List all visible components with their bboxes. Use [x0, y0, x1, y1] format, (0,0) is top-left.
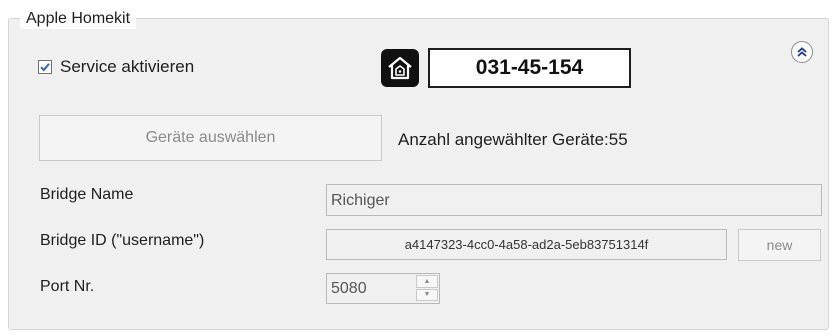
- bridge-id-label: Bridge ID ("username"): [40, 232, 205, 249]
- new-bridge-id-button[interactable]: new: [738, 229, 821, 261]
- bridge-name-label: Bridge Name: [40, 186, 134, 203]
- spin-up-icon[interactable]: ▲: [416, 275, 438, 288]
- checkbox-box[interactable]: [38, 60, 52, 74]
- service-activate-checkbox[interactable]: Service aktivieren: [38, 57, 194, 77]
- port-label: Port Nr.: [40, 278, 95, 295]
- bridge-id-field[interactable]: a4147323-4cc0-4a58-ad2a-5eb83751314f: [326, 229, 727, 260]
- spin-down-icon[interactable]: ▼: [416, 288, 438, 301]
- port-stepper[interactable]: 5080 ▲ ▼: [326, 273, 440, 304]
- select-devices-button[interactable]: Geräte auswählen: [39, 115, 382, 161]
- collapse-button[interactable]: [791, 41, 813, 63]
- groupbox-title: Apple Homekit: [20, 9, 137, 29]
- port-value[interactable]: 5080: [331, 280, 367, 298]
- double-chevron-up-icon: [797, 47, 807, 57]
- homekit-house-icon: [381, 49, 419, 87]
- pairing-code: 031-45-154: [428, 48, 631, 88]
- checkmark-icon: [40, 63, 50, 72]
- bridge-name-field[interactable]: Richiger: [326, 184, 822, 216]
- selected-devices-count: Anzahl angewählter Geräte:55: [398, 130, 628, 149]
- service-activate-label[interactable]: Service aktivieren: [60, 57, 194, 77]
- port-spin-buttons: ▲ ▼: [416, 275, 438, 302]
